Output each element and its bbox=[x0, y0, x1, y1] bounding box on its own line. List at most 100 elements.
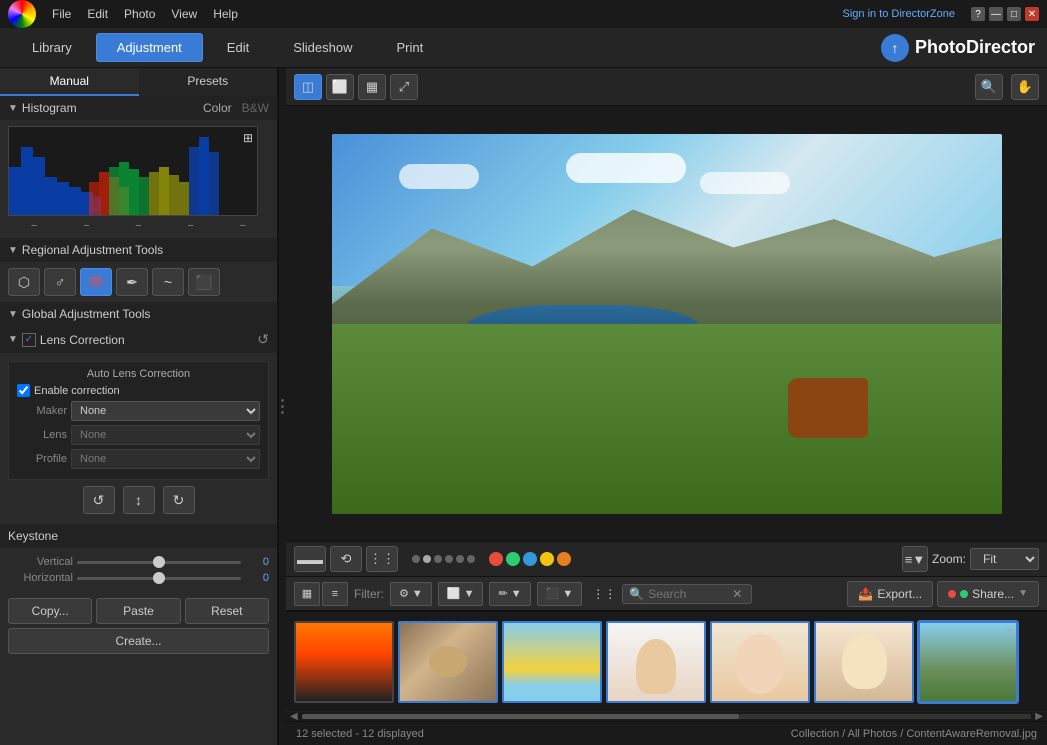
filter-type-btn[interactable]: ⚙ ▼ bbox=[390, 582, 432, 606]
signin-link[interactable]: Sign in to DirectorZone bbox=[843, 8, 956, 20]
filmstrip-thumb-3[interactable] bbox=[502, 621, 602, 703]
histogram-header[interactable]: ▼ Histogram Color B&W bbox=[0, 96, 277, 120]
resize-handle[interactable] bbox=[278, 68, 286, 745]
help-button[interactable]: ? bbox=[971, 7, 985, 21]
filmstrip-thumb-2[interactable] bbox=[398, 621, 498, 703]
info-btn[interactable]: ⋮⋮ bbox=[366, 546, 398, 572]
zoom-select[interactable]: Fit 25% 50% 75% 100% bbox=[970, 548, 1039, 570]
tab-library[interactable]: Library bbox=[12, 34, 92, 61]
filmstrip-thumb-1[interactable] bbox=[294, 621, 394, 703]
flip-btn[interactable]: ↕ bbox=[123, 486, 155, 514]
menu-photo[interactable]: Photo bbox=[120, 5, 159, 23]
menu-view[interactable]: View bbox=[167, 5, 201, 23]
img-grass bbox=[332, 324, 1002, 514]
regional-tools-panel: ⬡ ♂ 👁 ✒ ~ ⬛ bbox=[0, 262, 277, 302]
subtabs: Manual Presets bbox=[0, 68, 277, 96]
lens-checkbox[interactable]: ✓ bbox=[22, 333, 36, 347]
filmstrip-thumb-4[interactable] bbox=[606, 621, 706, 703]
tab-adjustment[interactable]: Adjustment bbox=[96, 33, 203, 62]
slideshow-btn[interactable]: ⟲ bbox=[330, 546, 362, 572]
brush-tool[interactable]: ♂ bbox=[44, 268, 76, 296]
dot-2 bbox=[423, 555, 431, 563]
color-green[interactable] bbox=[506, 552, 520, 566]
hand-btn[interactable]: ✋ bbox=[1011, 74, 1039, 100]
search-input[interactable] bbox=[648, 587, 728, 601]
maximize-button[interactable]: □ bbox=[1007, 7, 1021, 21]
lens-correction-header[interactable]: ▼ ✓ Lens Correction ↺ bbox=[0, 326, 277, 353]
gradient-tool[interactable]: ~ bbox=[152, 268, 184, 296]
reset-button[interactable]: Reset bbox=[185, 598, 269, 624]
copy-button[interactable]: Copy... bbox=[8, 598, 92, 624]
global-tools-header[interactable]: ▼ Global Adjustment Tools bbox=[0, 302, 277, 326]
enable-correction-checkbox[interactable] bbox=[17, 384, 30, 397]
scroll-thumb[interactable] bbox=[302, 714, 740, 719]
menu-file[interactable]: File bbox=[48, 5, 75, 23]
paste-button[interactable]: Paste bbox=[96, 598, 180, 624]
filter-shape-btn[interactable]: ⬜ ▼ bbox=[438, 582, 484, 606]
color-orange[interactable] bbox=[557, 552, 571, 566]
menu-edit[interactable]: Edit bbox=[83, 5, 112, 23]
filmstrip-thumb-7[interactable]: ✏ bbox=[918, 621, 1018, 703]
color-red[interactable] bbox=[489, 552, 503, 566]
brand-icon: ↑ bbox=[881, 34, 909, 62]
regional-tools-header[interactable]: ▼ Regional Adjustment Tools bbox=[0, 238, 277, 262]
filmstrip-scrollbar[interactable]: ◀ ▶ bbox=[286, 711, 1047, 721]
single-view-btn[interactable]: ◫ bbox=[294, 74, 322, 100]
histogram-bw-label[interactable]: B&W bbox=[242, 101, 269, 115]
brand: ↑ PhotoDirector bbox=[881, 34, 1035, 62]
compare-btn[interactable]: ⬜ bbox=[326, 74, 354, 100]
tab-slideshow[interactable]: Slideshow bbox=[273, 34, 372, 61]
filter-edit-btn[interactable]: ✏ ▼ bbox=[489, 582, 530, 606]
magnify-btn[interactable]: 🔍 bbox=[975, 74, 1003, 100]
filmstrip[interactable]: ✏ bbox=[286, 611, 1047, 711]
lens-correction-title: Lens Correction bbox=[40, 333, 125, 347]
lens-reset-icon[interactable]: ↺ bbox=[257, 331, 269, 348]
hist-minus-2[interactable]: − bbox=[83, 220, 89, 232]
subtab-manual[interactable]: Manual bbox=[0, 68, 139, 96]
eye-tool[interactable]: 👁 bbox=[80, 268, 112, 296]
grid-view-btn[interactable]: ▦ bbox=[358, 74, 386, 100]
tab-print[interactable]: Print bbox=[376, 34, 443, 61]
selection-tool[interactable]: ⬡ bbox=[8, 268, 40, 296]
global-chevron: ▼ bbox=[8, 309, 18, 320]
search-clear-btn[interactable]: ✕ bbox=[732, 587, 742, 601]
lens-select[interactable]: None bbox=[71, 425, 260, 445]
histogram-color-label[interactable]: Color bbox=[203, 101, 232, 115]
grid-view-filter-btn[interactable]: ▦ bbox=[294, 582, 320, 606]
histogram-expand-icon[interactable]: ⊞ bbox=[243, 131, 253, 145]
maker-select[interactable]: None bbox=[71, 401, 260, 421]
vertical-slider[interactable] bbox=[77, 561, 241, 564]
search-box[interactable]: 🔍 ✕ bbox=[622, 584, 752, 604]
filter-color-btn[interactable]: ⬛ ▼ bbox=[537, 582, 583, 606]
hist-minus-4[interactable]: − bbox=[187, 220, 193, 232]
list-view-btn[interactable]: ≡ bbox=[322, 582, 348, 606]
hist-minus-5[interactable]: − bbox=[240, 220, 246, 232]
profile-select[interactable]: None bbox=[71, 449, 260, 469]
tab-edit[interactable]: Edit bbox=[207, 34, 269, 61]
share-button[interactable]: Share... ▼ bbox=[937, 581, 1039, 607]
close-button[interactable]: ✕ bbox=[1025, 7, 1039, 21]
rotate-right-btn[interactable]: ↻ bbox=[163, 486, 195, 514]
create-button[interactable]: Create... bbox=[8, 628, 269, 654]
filmstrip-thumb-6[interactable] bbox=[814, 621, 914, 703]
export-button[interactable]: 📤 Export... bbox=[847, 581, 933, 607]
color-blue[interactable] bbox=[523, 552, 537, 566]
filmstrip-thumb-5[interactable] bbox=[710, 621, 810, 703]
scroll-track[interactable] bbox=[302, 714, 1032, 719]
fullscreen-btn[interactable]: ⤢ bbox=[390, 74, 418, 100]
subtab-presets[interactable]: Presets bbox=[139, 68, 278, 96]
sort-button[interactable]: ≡▼ bbox=[902, 546, 928, 572]
export-icon: 📤 bbox=[858, 587, 873, 601]
pen-tool[interactable]: ✒ bbox=[116, 268, 148, 296]
rotate-left-btn[interactable]: ↺ bbox=[83, 486, 115, 514]
blonde-face bbox=[842, 634, 887, 689]
minimize-button[interactable]: — bbox=[989, 7, 1003, 21]
menu-help[interactable]: Help bbox=[209, 5, 242, 23]
color-yellow[interactable] bbox=[540, 552, 554, 566]
hist-minus-1[interactable]: − bbox=[31, 220, 37, 232]
regional-chevron: ▼ bbox=[8, 245, 18, 256]
hist-minus-3[interactable]: − bbox=[135, 220, 141, 232]
filmstrip-btn[interactable]: ▬▬ bbox=[294, 546, 326, 572]
shape-tool[interactable]: ⬛ bbox=[188, 268, 220, 296]
horizontal-slider[interactable] bbox=[77, 577, 241, 580]
